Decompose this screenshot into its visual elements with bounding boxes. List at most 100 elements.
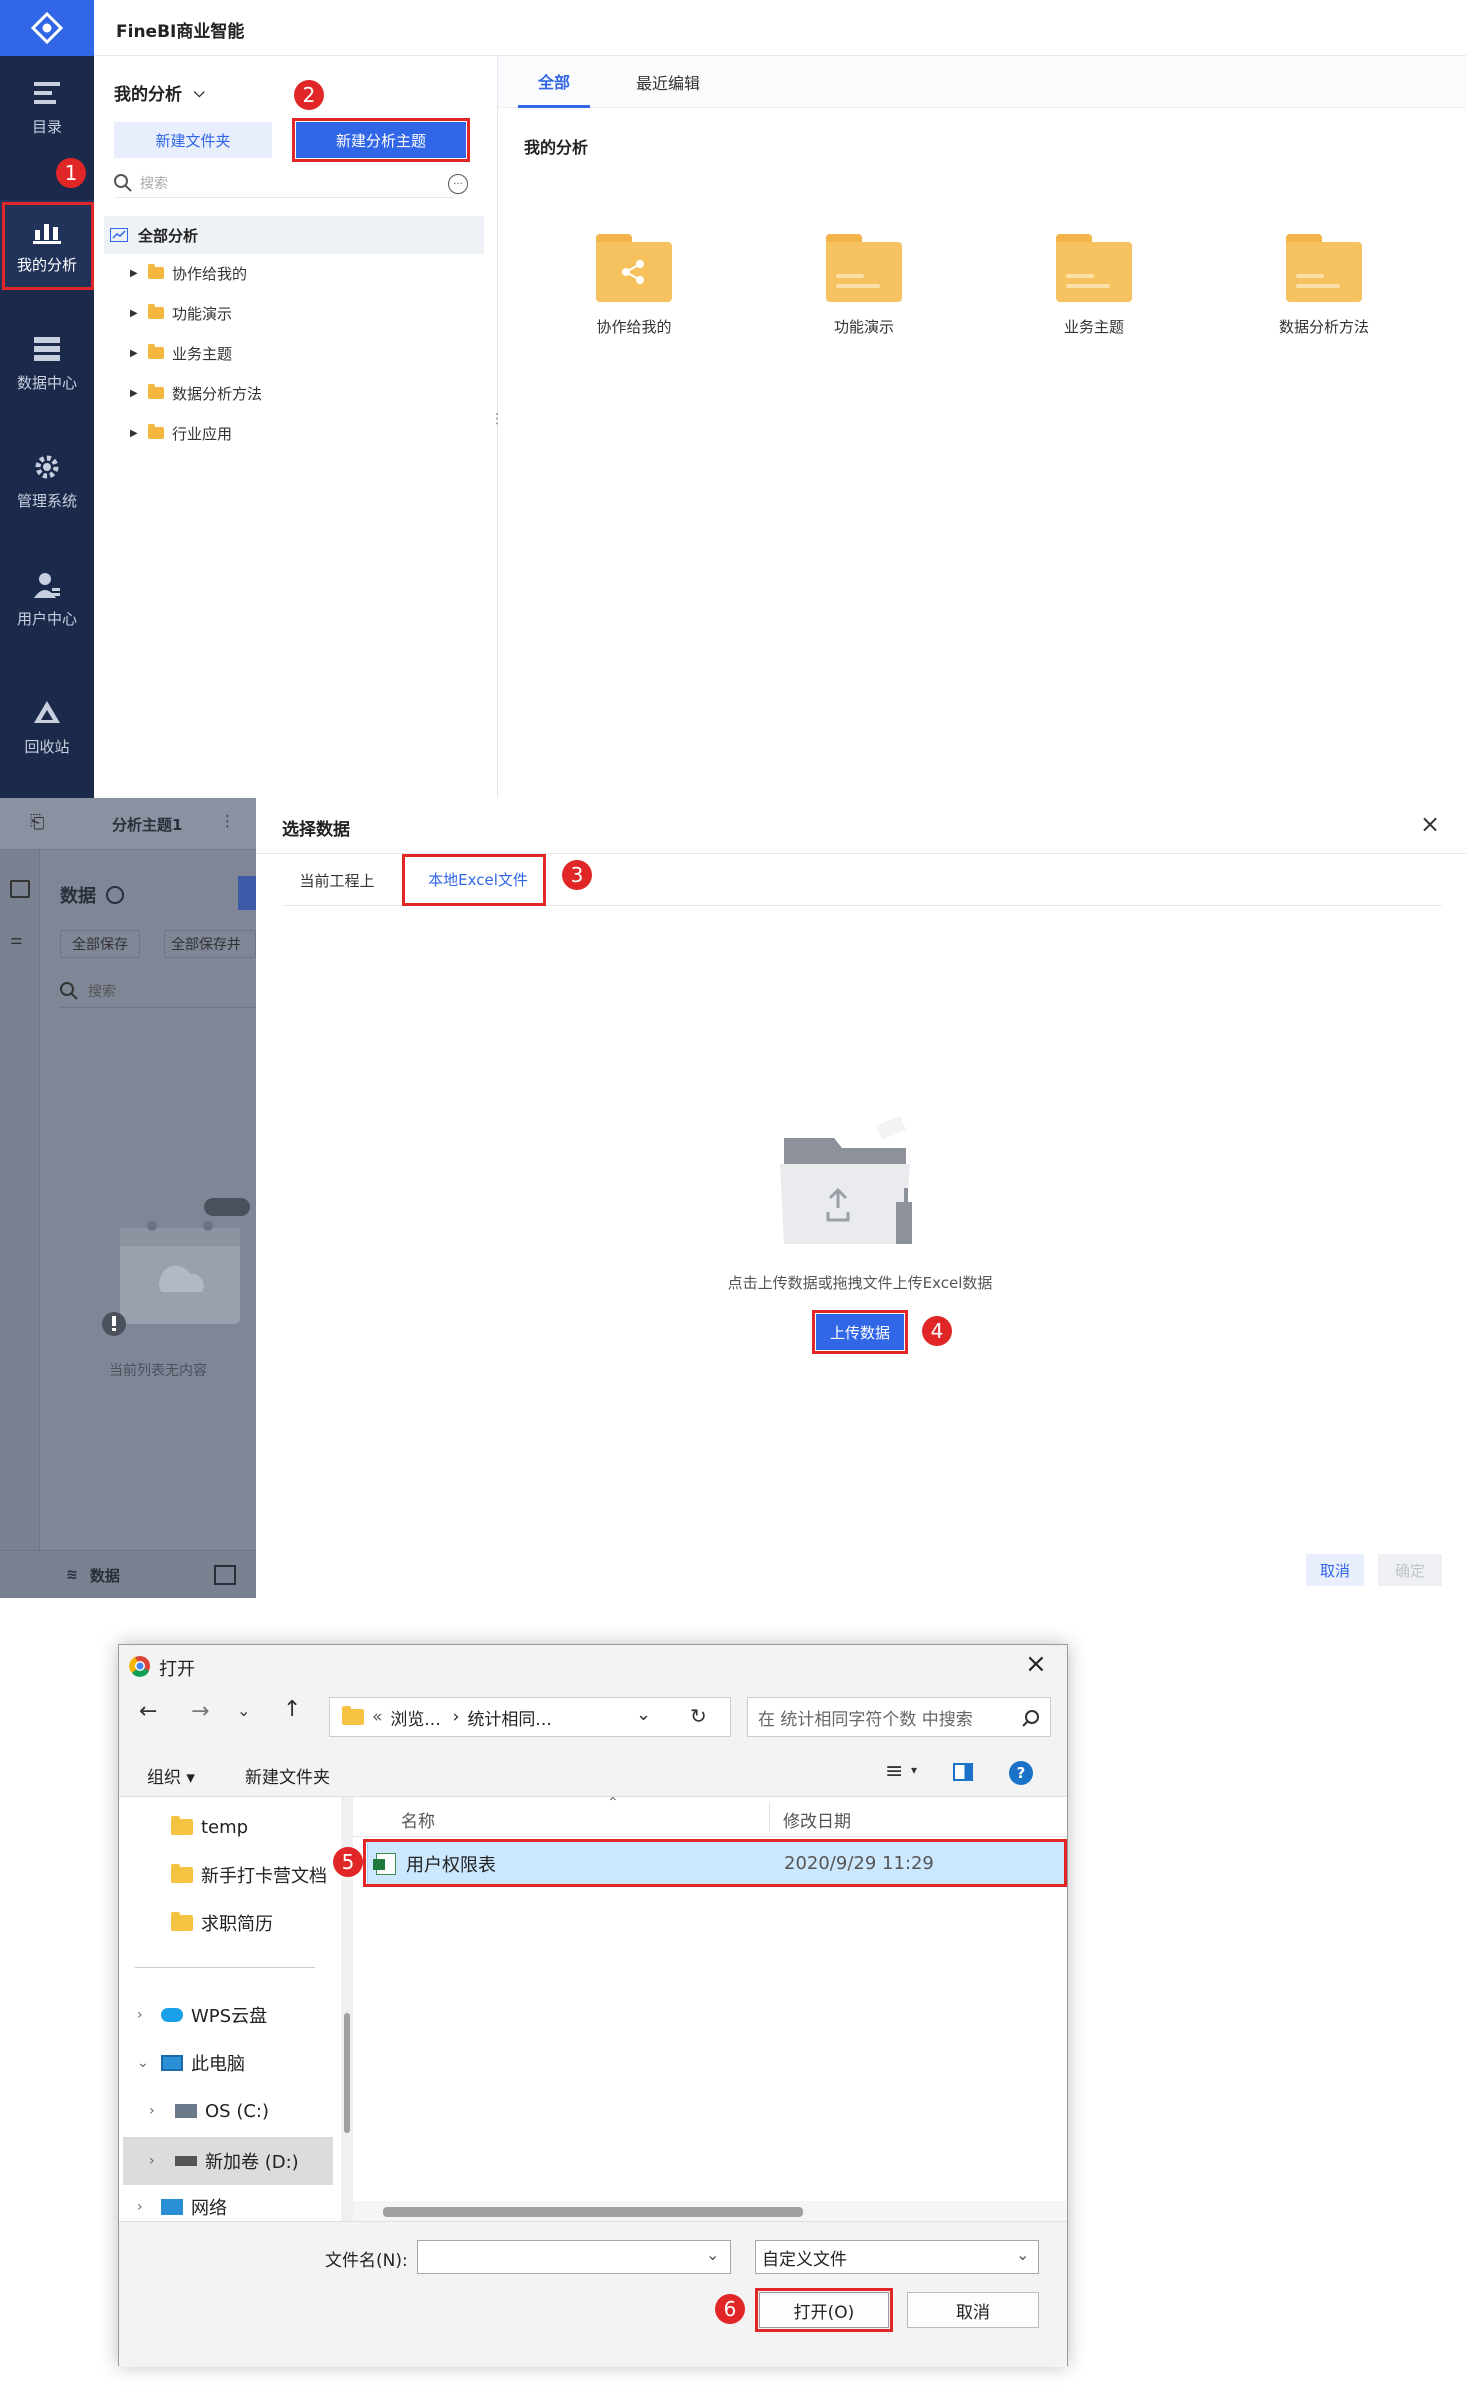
- up-arrow-icon[interactable]: ↑: [283, 1697, 301, 1722]
- finebi-logo[interactable]: [0, 0, 94, 56]
- tab-all[interactable]: 全部: [518, 56, 590, 108]
- more-options-icon[interactable]: ···: [448, 174, 468, 194]
- nav-temp[interactable]: temp: [171, 1807, 248, 1847]
- dataset-icon[interactable]: [10, 880, 30, 898]
- nav-data-center-label: 数据中心: [16, 373, 77, 392]
- nav-divider: [135, 1967, 315, 1968]
- recycle-icon: [32, 698, 62, 728]
- filetype-select[interactable]: 自定义文件 ⌄: [755, 2240, 1039, 2274]
- nav-drive-c[interactable]: › OS (C:): [149, 2091, 269, 2131]
- folder-icon: [148, 424, 164, 439]
- nav-data-center[interactable]: 数据中心: [0, 318, 94, 408]
- tree-item-collab[interactable]: ▶ 协作给我的: [130, 254, 510, 292]
- nav-scrollbar-thumb[interactable]: [344, 2013, 350, 2133]
- dialog-cancel-button[interactable]: 取消: [1306, 1554, 1364, 1586]
- view-list-icon[interactable]: ≡: [885, 1759, 903, 1784]
- tab-recent[interactable]: 最近编辑: [618, 56, 718, 108]
- tree-item-label: 业务主题: [172, 344, 233, 363]
- close-icon[interactable]: ×: [1420, 810, 1440, 838]
- tree-title[interactable]: 我的分析 ⌵: [114, 80, 205, 106]
- step-badge-3: 3: [562, 860, 592, 890]
- component-icon[interactable]: [214, 1565, 236, 1585]
- filter-icon[interactable]: ⚌: [10, 932, 30, 948]
- tree-item-label: 数据分析方法: [172, 384, 263, 403]
- chevron-down-icon: ⌵: [194, 84, 205, 101]
- upload-folder-illustration: [780, 1116, 912, 1244]
- save-all-update-button[interactable]: 全部保存并: [164, 930, 256, 958]
- new-folder-button[interactable]: 新建文件夹: [114, 122, 272, 158]
- folder-icon: [1286, 234, 1362, 302]
- app-title: FineBI商业智能: [116, 22, 245, 42]
- highlight-box-3: [402, 854, 546, 906]
- step-badge-5: 5: [333, 1847, 363, 1877]
- tree-item-methods[interactable]: ▶ 数据分析方法: [130, 374, 510, 412]
- dialog-footer: 文件名(N): ⌄ 自定义文件 ⌄ 打开(O) 6 取消: [119, 2221, 1067, 2367]
- folder-search-input[interactable]: 在 统计相同字符个数 中搜索: [747, 1697, 1051, 1737]
- nav-drive-d[interactable]: › 新加卷 (D:): [149, 2141, 299, 2181]
- filename-dropdown-icon[interactable]: ⌄: [706, 2245, 719, 2264]
- more-vertical-icon[interactable]: ⋮: [220, 812, 235, 830]
- bottom-tab-data[interactable]: ≋ 数据: [0, 1551, 186, 1599]
- cancel-button[interactable]: 取消: [907, 2292, 1039, 2328]
- folder-card-demo[interactable]: 功能演示: [774, 234, 954, 354]
- save-all-button[interactable]: 全部保存: [60, 930, 140, 958]
- folder-card-business[interactable]: 业务主题: [1004, 234, 1184, 354]
- nav-catalog[interactable]: 目录: [0, 62, 94, 152]
- h-scrollbar-thumb[interactable]: [383, 2207, 803, 2217]
- dialog-confirm-button[interactable]: 确定: [1378, 1554, 1442, 1586]
- folder-label: 功能演示: [833, 318, 894, 336]
- chevron-right-icon: ›: [149, 2103, 155, 2119]
- help-icon[interactable]: ?: [1009, 1761, 1033, 1785]
- exit-icon[interactable]: ⎗: [30, 812, 44, 833]
- new-folder-button[interactable]: 新建文件夹: [245, 1763, 330, 1788]
- analysis-tree-panel: 我的分析 ⌵ 新建文件夹 新建分析主题 2 搜索 ··· 全部分析 ▶ 协作给我的…: [94, 56, 518, 798]
- tree-item-demo[interactable]: ▶ 功能演示: [130, 294, 510, 332]
- back-arrow-icon[interactable]: ←: [139, 1699, 157, 1724]
- tree-root-row[interactable]: 全部分析: [104, 216, 484, 254]
- nav-management[interactable]: 管理系统: [0, 436, 94, 526]
- folder-icon: [1056, 234, 1132, 302]
- search-icon: [60, 981, 78, 1000]
- folder-card-methods[interactable]: 数据分析方法: [1234, 234, 1414, 354]
- tree-search-input[interactable]: 搜索: [114, 168, 454, 198]
- main-sidebar: 目录 我的分析 1 数据中心 管理系统 用户中心 回收站: [0, 0, 94, 798]
- nav-this-pc[interactable]: ⌄ 此电脑: [137, 2043, 245, 2083]
- folder-card-collab[interactable]: 协作给我的: [544, 234, 724, 354]
- tree-item-industry[interactable]: ▶ 行业应用: [130, 414, 510, 452]
- path-part: ›: [452, 1707, 460, 1727]
- tree-item-label: 功能演示: [172, 304, 233, 323]
- nav-label: WPS云盘: [191, 2006, 268, 2027]
- col-name-header[interactable]: 名称: [401, 1807, 435, 1832]
- select-data-panel: ⎗ 分析主题1 ⋮ ⚌ 数据 全部保存 全部保存并 搜索 当前列表无内容 ≋ 数…: [0, 798, 1466, 1598]
- tab-current-project[interactable]: 当前工程上: [282, 854, 392, 906]
- nav-user-center[interactable]: 用户中心: [0, 554, 94, 644]
- sort-up-icon: ⌃: [607, 1795, 619, 1811]
- address-bar[interactable]: « 浏览... › 统计相同... ⌄ ↻: [329, 1697, 731, 1737]
- organize-button[interactable]: 组织 ▾: [147, 1763, 195, 1788]
- section-title: 我的分析: [524, 138, 589, 157]
- search-placeholder: 在 统计相同字符个数 中搜索: [758, 1709, 973, 1730]
- h-scrollbar-track[interactable]: [353, 2201, 1067, 2221]
- folder-icon: [148, 264, 164, 279]
- window-title: 打开: [159, 1659, 195, 1680]
- forward-arrow-icon[interactable]: →: [191, 1699, 209, 1724]
- search-placeholder: 搜索: [140, 175, 168, 192]
- logo-icon: [30, 11, 64, 45]
- col-date-header[interactable]: 修改日期: [783, 1807, 851, 1832]
- data-section-title: 数据: [60, 882, 124, 908]
- refresh-icon[interactable]: ↻: [690, 1704, 707, 1728]
- nav-onboarding-docs[interactable]: 新手打卡营文档: [171, 1855, 327, 1895]
- add-data-button[interactable]: [238, 876, 256, 910]
- history-chevron-icon[interactable]: ⌄: [237, 1701, 250, 1720]
- chevron-right-icon: ›: [149, 2153, 155, 2169]
- view-dropdown-icon[interactable]: ▾: [911, 1763, 917, 1777]
- dataset-search-input[interactable]: 搜索: [60, 974, 256, 1008]
- nav-resume[interactable]: 求职简历: [171, 1903, 273, 1943]
- window-close-icon[interactable]: ×: [1025, 1649, 1047, 1679]
- path-dropdown-icon[interactable]: ⌄: [636, 1704, 651, 1725]
- tree-item-business[interactable]: ▶ 业务主题: [130, 334, 510, 372]
- nav-recycle-bin[interactable]: 回收站: [0, 682, 94, 772]
- nav-wps-cloud[interactable]: › WPS云盘: [137, 1995, 267, 2035]
- preview-pane-icon[interactable]: [953, 1763, 973, 1781]
- filename-input[interactable]: ⌄: [417, 2240, 731, 2274]
